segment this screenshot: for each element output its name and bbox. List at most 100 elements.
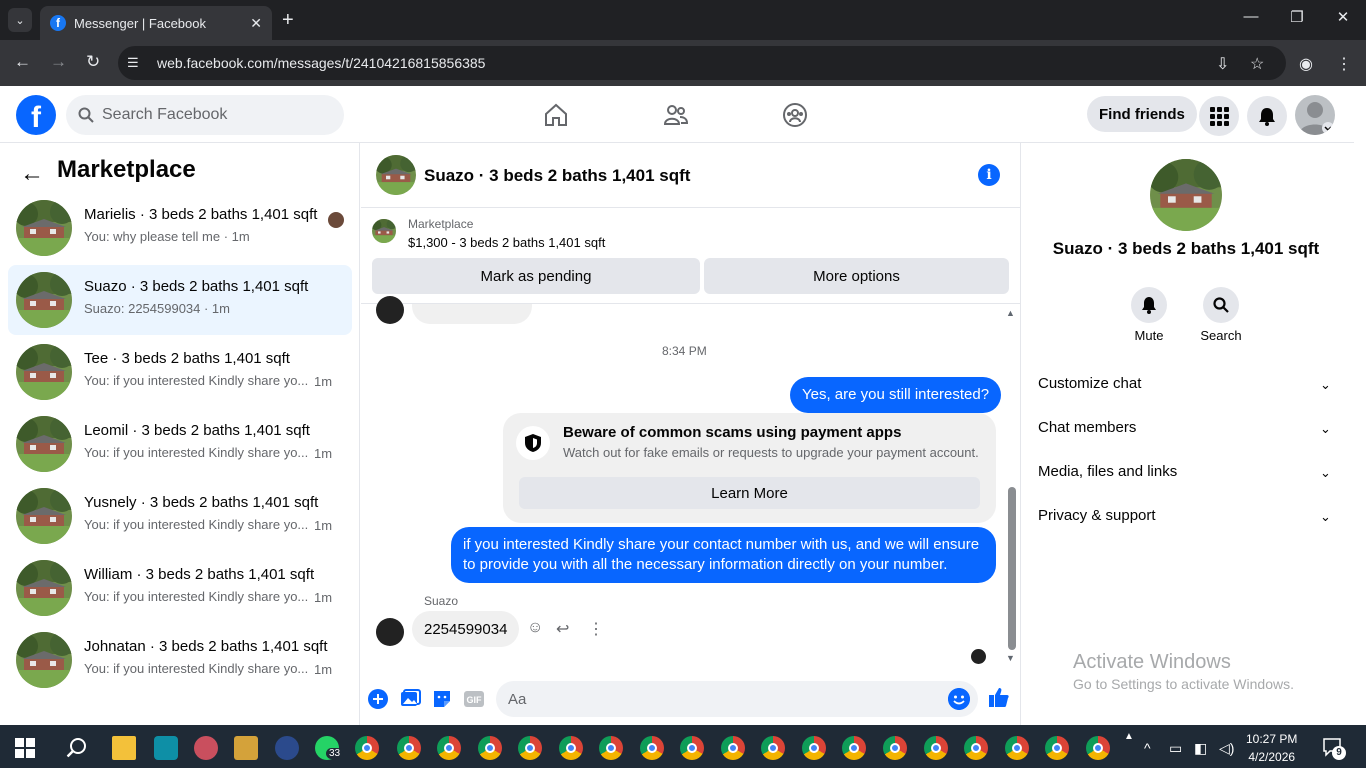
conversation-item[interactable]: Marielis · 3 beds 2 baths 1,401 sqft You:… (8, 193, 352, 263)
tray-expand-up-icon[interactable]: ▲ (1124, 731, 1134, 742)
chrome-icon[interactable] (842, 736, 866, 760)
chrome-icon[interactable] (680, 736, 704, 760)
page-scrollbar[interactable] (1354, 86, 1366, 725)
home-icon[interactable] (543, 102, 569, 128)
network-icon[interactable]: ▭ (1169, 740, 1182, 757)
chrome-icon[interactable] (599, 736, 623, 760)
chrome-icon[interactable] (518, 736, 542, 760)
back-arrow-icon[interactable]: ← (20, 160, 44, 188)
tab-search-icon[interactable]: ⌄ (8, 8, 32, 32)
photo-icon[interactable] (399, 688, 421, 710)
chrome-icon[interactable] (721, 736, 745, 760)
reply-icon[interactable]: ↩ (556, 619, 569, 639)
chrome-icon[interactable] (640, 736, 664, 760)
reload-icon[interactable]: ↻ (86, 52, 100, 72)
chevron-down-icon[interactable]: ⌄ (1320, 465, 1331, 481)
mark-as-pending-button[interactable]: Mark as pending (372, 258, 700, 294)
chat-title[interactable]: Suazo · 3 beds 2 baths 1,401 sqft (424, 166, 690, 186)
sticker-icon[interactable] (431, 688, 453, 710)
incoming-message[interactable]: 2254599034 (412, 611, 520, 647)
chrome-icon[interactable] (964, 736, 988, 760)
chrome-icon[interactable] (397, 736, 421, 760)
volume-icon[interactable]: ◁) (1219, 740, 1234, 757)
taskbar-clock[interactable]: 10:27 PM 4/2/2026 (1246, 730, 1297, 766)
windows-start-icon[interactable] (15, 738, 35, 758)
restore-icon[interactable]: ❐ (1282, 8, 1312, 26)
gif-icon[interactable]: GIF (463, 688, 485, 710)
install-app-icon[interactable]: ⇩ (1216, 54, 1229, 74)
new-tab-icon[interactable]: + (282, 9, 294, 31)
chat-thumbnail[interactable] (376, 155, 416, 195)
media-files-links-row[interactable]: Media, files and links (1038, 463, 1177, 480)
scroll-up-icon[interactable]: ▲ (1006, 308, 1015, 318)
info-icon[interactable]: i (978, 164, 1000, 186)
conversation-item[interactable]: Johnatan · 3 beds 2 baths 1,401 sqft You:… (8, 625, 352, 695)
taskbar-search-icon[interactable] (64, 736, 88, 760)
chrome-icon[interactable] (1005, 736, 1029, 760)
chevron-down-icon[interactable]: ⌄ (1320, 509, 1331, 525)
conversation-item[interactable]: Yusnely · 3 beds 2 baths 1,401 sqft You: … (8, 481, 352, 551)
chrome-icon[interactable] (924, 736, 948, 760)
teams-icon[interactable]: ◧ (1194, 740, 1207, 757)
emoji-icon[interactable] (948, 688, 970, 710)
conversation-item[interactable]: Tee · 3 beds 2 baths 1,401 sqft You: if y… (8, 337, 352, 407)
friends-icon[interactable] (663, 102, 689, 128)
sender-avatar[interactable] (376, 296, 404, 324)
react-icon[interactable]: ☺ (527, 619, 543, 637)
outgoing-message[interactable]: Yes, are you still interested? (790, 377, 1002, 413)
sender-avatar[interactable] (376, 618, 404, 646)
forward-icon[interactable]: → (50, 52, 67, 72)
learn-more-button[interactable]: Learn More (519, 477, 980, 509)
browser-menu-icon[interactable]: ⋮ (1336, 54, 1352, 74)
app-icon[interactable] (275, 736, 299, 760)
message-input[interactable]: Aa (496, 681, 978, 717)
conversation-item[interactable]: Suazo · 3 beds 2 baths 1,401 sqft Suazo: … (8, 265, 352, 335)
conversation-item[interactable]: Leomil · 3 beds 2 baths 1,401 sqft You: i… (8, 409, 352, 479)
app-icon[interactable] (154, 736, 178, 760)
scroll-down-icon[interactable]: ▼ (1006, 653, 1015, 663)
tray-chevron-icon[interactable]: ^ (1144, 740, 1151, 756)
file-explorer-icon[interactable] (112, 736, 136, 760)
back-icon[interactable]: ← (14, 52, 31, 72)
chrome-icon[interactable] (355, 736, 379, 760)
app-icon[interactable] (194, 736, 218, 760)
minimize-icon[interactable]: — (1236, 8, 1266, 25)
site-info-icon[interactable]: ☰ (127, 55, 143, 71)
chat-scrollbar[interactable] (1008, 487, 1016, 650)
chat-members-row[interactable]: Chat members (1038, 419, 1136, 436)
account-avatar[interactable] (1295, 95, 1335, 135)
bookmark-star-icon[interactable]: ☆ (1250, 54, 1264, 74)
more-actions-plus-icon[interactable] (367, 688, 389, 710)
search-facebook-input[interactable]: Search Facebook (66, 95, 344, 135)
outgoing-message-long[interactable]: if you interested Kindly share your cont… (451, 527, 996, 583)
conversation-item[interactable]: William · 3 beds 2 baths 1,401 sqft You: … (8, 553, 352, 623)
close-window-icon[interactable]: ✕ (1328, 8, 1358, 26)
mute-button[interactable] (1131, 287, 1167, 323)
chrome-icon[interactable] (559, 736, 583, 760)
search-in-conversation-button[interactable] (1203, 287, 1239, 323)
app-icon[interactable] (234, 736, 258, 760)
find-friends-button[interactable]: Find friends (1087, 96, 1197, 132)
chrome-icon[interactable] (437, 736, 461, 760)
chevron-down-icon[interactable]: ⌄ (1320, 421, 1331, 437)
chrome-icon[interactable] (478, 736, 502, 760)
chrome-icon[interactable] (1086, 736, 1110, 760)
privacy-support-row[interactable]: Privacy & support (1038, 507, 1156, 524)
profile-icon[interactable]: ◉ (1299, 54, 1313, 74)
more-actions-icon[interactable]: ⋮ (588, 619, 604, 639)
url-text[interactable]: web.facebook.com/messages/t/241042168158… (157, 55, 485, 71)
more-options-button[interactable]: More options (704, 258, 1009, 294)
customize-chat-row[interactable]: Customize chat (1038, 375, 1141, 392)
listing-thumbnail[interactable] (372, 219, 396, 243)
groups-icon[interactable] (782, 102, 808, 128)
chrome-icon[interactable] (1045, 736, 1069, 760)
notifications-button[interactable] (1247, 96, 1287, 136)
listing-summary[interactable]: $1,300 - 3 beds 2 baths 1,401 sqft (408, 235, 605, 250)
like-thumb-icon[interactable] (988, 686, 1010, 708)
facebook-logo-icon[interactable]: f (16, 95, 56, 135)
chrome-icon[interactable] (761, 736, 785, 760)
browser-tab[interactable]: f Messenger | Facebook ✕ (40, 6, 272, 40)
chrome-icon[interactable] (802, 736, 826, 760)
chrome-icon[interactable] (883, 736, 907, 760)
tab-close-icon[interactable]: ✕ (250, 15, 262, 32)
